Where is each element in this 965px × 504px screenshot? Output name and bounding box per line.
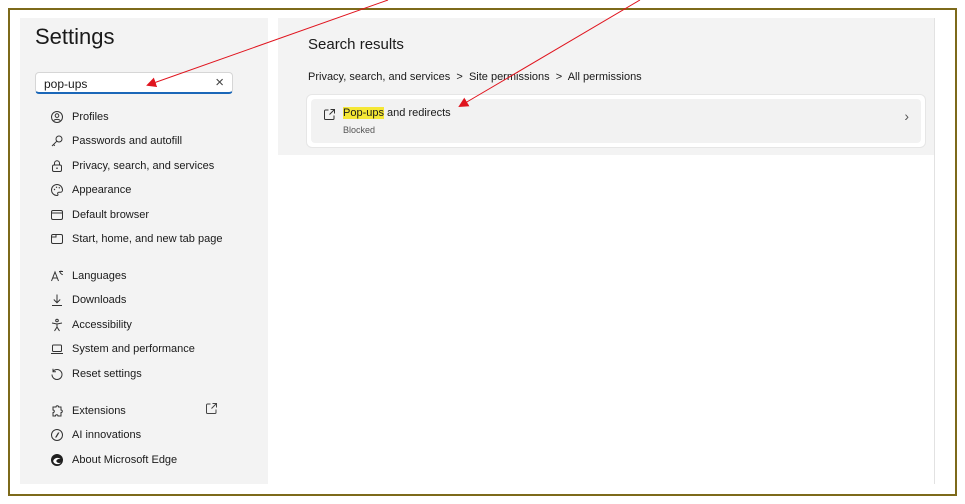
sidebar-item-label: Default browser [72, 209, 150, 221]
sidebar-item-start-home[interactable]: Start, home, and new tab page [50, 229, 222, 249]
sidebar-item-label: AI innovations [72, 429, 142, 441]
search-input-value[interactable]: pop-ups [44, 77, 87, 91]
languages-icon [50, 269, 64, 283]
breadcrumb-separator: > [456, 71, 463, 83]
breadcrumb-separator: > [555, 71, 563, 83]
sidebar-item-languages[interactable]: Languages [50, 266, 126, 286]
sidebar-item-label: Accessibility [72, 319, 132, 331]
search-highlight: Pop-ups [343, 107, 384, 119]
clear-search-icon[interactable]: × [215, 74, 224, 91]
breadcrumb: Privacy, search, and services > Site per… [308, 71, 642, 83]
breadcrumb-all-permissions[interactable]: All permissions [568, 71, 642, 83]
palette-icon [50, 183, 64, 197]
result-title: Pop-ups and redirects [343, 107, 451, 119]
window-edge [934, 10, 955, 494]
edge-logo-icon [50, 453, 64, 467]
ai-icon [50, 428, 64, 442]
screenshot-frame: Settings pop-ups × Profiles Passwords an… [8, 8, 957, 496]
lock-icon [50, 159, 64, 173]
sidebar-item-label: Appearance [72, 184, 132, 196]
settings-title: Settings [35, 24, 115, 49]
sidebar-item-label: Extensions [72, 405, 126, 417]
sidebar-item-label: Profiles [72, 111, 109, 123]
sidebar-item-label: Passwords and autofill [72, 135, 183, 147]
sidebar-item-label: Start, home, and new tab page [72, 233, 223, 245]
main-content-panel [278, 155, 934, 484]
sidebar-item-label: System and performance [72, 343, 195, 355]
sidebar-item-label: Downloads [72, 294, 127, 306]
reset-icon [50, 367, 64, 381]
sidebar-item-extensions[interactable]: Extensions [50, 401, 126, 421]
sidebar-item-label: Privacy, search, and services [72, 160, 215, 172]
result-title-rest: and redirects [383, 107, 451, 119]
sidebar-item-privacy[interactable]: Privacy, search, and services [50, 156, 214, 176]
breadcrumb-privacy[interactable]: Privacy, search, and services [308, 71, 450, 83]
sidebar-item-system[interactable]: System and performance [50, 339, 195, 359]
breadcrumb-site-permissions[interactable]: Site permissions [469, 71, 550, 83]
accessibility-icon [50, 318, 64, 332]
sidebar-item-profiles[interactable]: Profiles [50, 107, 109, 127]
home-tab-icon [50, 232, 64, 246]
chevron-right-icon: › [904, 108, 909, 124]
popups-redirects-result[interactable]: Pop-ups and redirects Blocked › [311, 99, 921, 143]
sidebar-item-appearance[interactable]: Appearance [50, 180, 131, 200]
search-input[interactable]: pop-ups × [35, 72, 233, 94]
sidebar-item-label: Reset settings [72, 368, 142, 380]
sidebar-item-reset[interactable]: Reset settings [50, 364, 142, 384]
settings-app: Settings pop-ups × Profiles Passwords an… [10, 10, 955, 494]
sidebar-item-about[interactable]: About Microsoft Edge [50, 450, 177, 470]
sidebar-item-label: About Microsoft Edge [72, 454, 178, 466]
extensions-icon [50, 404, 64, 418]
key-icon [50, 134, 64, 148]
sidebar-item-label: Languages [72, 270, 127, 282]
window-edge-line [934, 18, 935, 484]
sidebar-item-accessibility[interactable]: Accessibility [50, 315, 132, 335]
popup-window-icon [323, 108, 336, 121]
search-result-card: Pop-ups and redirects Blocked › [306, 94, 926, 148]
download-icon [50, 293, 64, 307]
profile-icon [50, 110, 64, 124]
sidebar-item-passwords[interactable]: Passwords and autofill [50, 131, 182, 151]
browser-icon [50, 208, 64, 222]
sidebar-item-default-browser[interactable]: Default browser [50, 205, 149, 225]
search-results-title: Search results [308, 36, 404, 53]
laptop-icon [50, 342, 64, 356]
result-status: Blocked [343, 125, 376, 135]
sidebar-item-ai-innovations[interactable]: AI innovations [50, 425, 141, 445]
sidebar-item-downloads[interactable]: Downloads [50, 290, 126, 310]
open-external-icon[interactable] [205, 402, 218, 415]
